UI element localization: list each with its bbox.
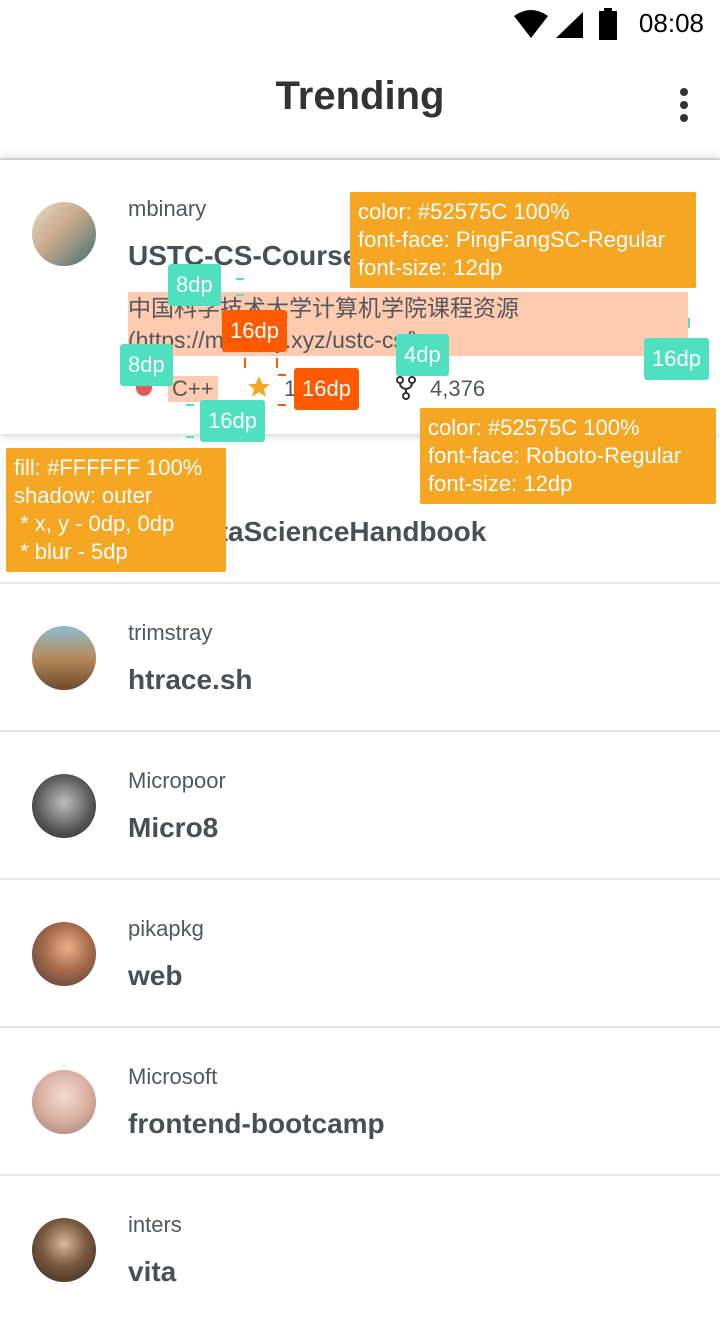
avatar <box>32 922 96 986</box>
repo-owner: Microsoft <box>128 1064 218 1089</box>
repo-row[interactable]: inters vita <box>0 1176 720 1322</box>
fork-count: 4,376 <box>430 376 486 401</box>
repo-name[interactable]: vita <box>128 1256 176 1288</box>
avatar <box>32 774 96 838</box>
spacing-ruler <box>186 404 194 438</box>
repo-name[interactable]: htrace.sh <box>128 664 253 696</box>
repo-name[interactable]: USTC-CS-Courses-Resource <box>128 240 358 272</box>
repo-row[interactable]: Micropoor Micro8 <box>0 732 720 880</box>
repo-owner: pikapkg <box>128 916 204 941</box>
spacing-ruler <box>278 374 286 406</box>
spacing-label: 8dp <box>120 344 173 386</box>
more-vert-icon[interactable] <box>670 88 698 128</box>
avatar <box>32 202 96 266</box>
spacing-label: 8dp <box>168 264 221 306</box>
page-title: Trending <box>275 74 445 118</box>
spacing-label: 16dp <box>294 368 359 410</box>
repo-owner: trimstray <box>128 620 213 645</box>
repo-name[interactable]: frontend-bootcamp <box>128 1108 385 1140</box>
avatar <box>32 1070 96 1134</box>
spacing-label: 16dp <box>644 338 709 380</box>
spacing-label: 16dp <box>200 400 265 442</box>
spacing-label: 4dp <box>396 334 449 376</box>
repo-row[interactable]: trimstray htrace.sh <box>0 584 720 732</box>
signal-icon <box>556 12 583 38</box>
spacing-ruler <box>688 318 720 328</box>
repo-owner: mbinary <box>128 196 207 221</box>
repo-row[interactable]: Microsoft frontend-bootcamp <box>0 1028 720 1176</box>
app-bar: Trending <box>0 48 720 160</box>
spacing-ruler <box>244 358 278 368</box>
title-spec-annotation: color: #52575C 100% font-face: PingFangS… <box>350 192 696 288</box>
meta-spec-annotation: color: #52575C 100% font-face: Roboto-Re… <box>420 408 716 504</box>
status-time: 08:08 <box>638 8 704 38</box>
repo-owner: inters <box>128 1212 182 1237</box>
repo-name[interactable]: web <box>128 960 182 992</box>
avatar <box>32 1218 96 1282</box>
repo-row[interactable]: pikapkg web <box>0 880 720 1028</box>
status-bar: 08:08 <box>0 0 720 48</box>
avatar <box>32 626 96 690</box>
star-icon <box>248 376 270 397</box>
spacing-label: 16dp <box>222 310 287 352</box>
repo-owner: Micropoor <box>128 768 226 793</box>
wifi-icon <box>514 10 548 38</box>
repo-name[interactable]: Micro8 <box>128 812 218 844</box>
card-spec-annotation: fill: #FFFFFF 100% shadow: outer * x, y … <box>6 448 226 572</box>
fork-icon <box>396 376 416 400</box>
spacing-ruler <box>236 278 244 296</box>
language-label: C++ <box>168 376 218 402</box>
battery-icon <box>599 8 617 40</box>
